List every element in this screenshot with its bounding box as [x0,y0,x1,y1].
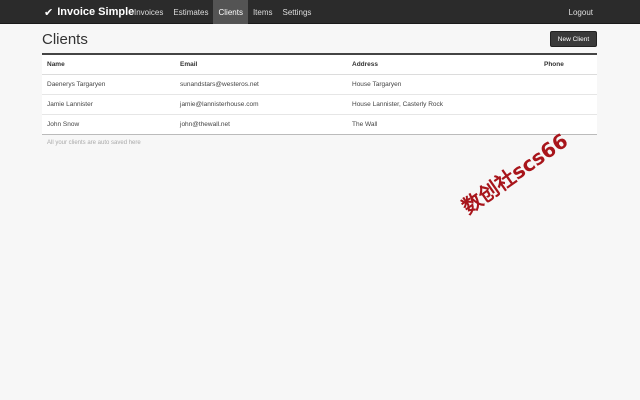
top-navbar: ✔ Invoice Simple Invoices Estimates Clie… [0,0,640,24]
client-email[interactable]: jamie@lannisterhouse.com [175,94,347,115]
table-row[interactable]: Jamie Lannister jamie@lannisterhouse.com… [42,94,597,115]
logout-link[interactable]: Logout [569,0,593,24]
table-header-row: Name Email Address Phone [42,54,597,75]
autosave-note: All your clients are auto saved here [47,140,141,146]
column-header-address[interactable]: Address [347,54,539,75]
client-address[interactable]: House Targaryen [347,74,539,95]
clients-table: Name Email Address Phone Daenerys Targar… [42,53,597,135]
client-address[interactable]: The Wall [347,114,539,135]
nav-link-invoices[interactable]: Invoices [129,0,168,24]
column-header-email[interactable]: Email [175,54,347,75]
table-row[interactable]: Daenerys Targaryen sunandstars@westeros.… [42,74,597,95]
client-name[interactable]: Daenerys Targaryen [42,74,175,95]
client-name[interactable]: John Snow [42,114,175,135]
client-phone[interactable] [539,74,597,95]
client-name[interactable]: Jamie Lannister [42,94,175,115]
client-phone[interactable] [539,94,597,115]
brand-link[interactable]: ✔ Invoice Simple [44,0,134,24]
nav-link-estimates[interactable]: Estimates [168,0,213,24]
client-email[interactable]: sunandstars@westeros.net [175,74,347,95]
client-email[interactable]: john@thewall.net [175,114,347,135]
check-icon: ✔ [44,6,54,19]
brand-name: Invoice Simple [57,6,135,18]
new-client-button[interactable]: New Client [550,31,597,47]
nav-link-settings[interactable]: Settings [278,0,317,24]
nav-link-items[interactable]: Items [248,0,278,24]
client-address[interactable]: House Lannister, Casterly Rock [347,94,539,115]
column-header-phone[interactable]: Phone [539,54,597,75]
page-title: Clients [42,31,88,48]
table-row[interactable]: John Snow john@thewall.net The Wall [42,114,597,135]
column-header-name[interactable]: Name [42,54,175,75]
watermark: 数创社scs66 [457,128,573,219]
nav-link-clients[interactable]: Clients [213,0,248,24]
nav-links: Invoices Estimates Clients Items Setting… [129,0,316,24]
